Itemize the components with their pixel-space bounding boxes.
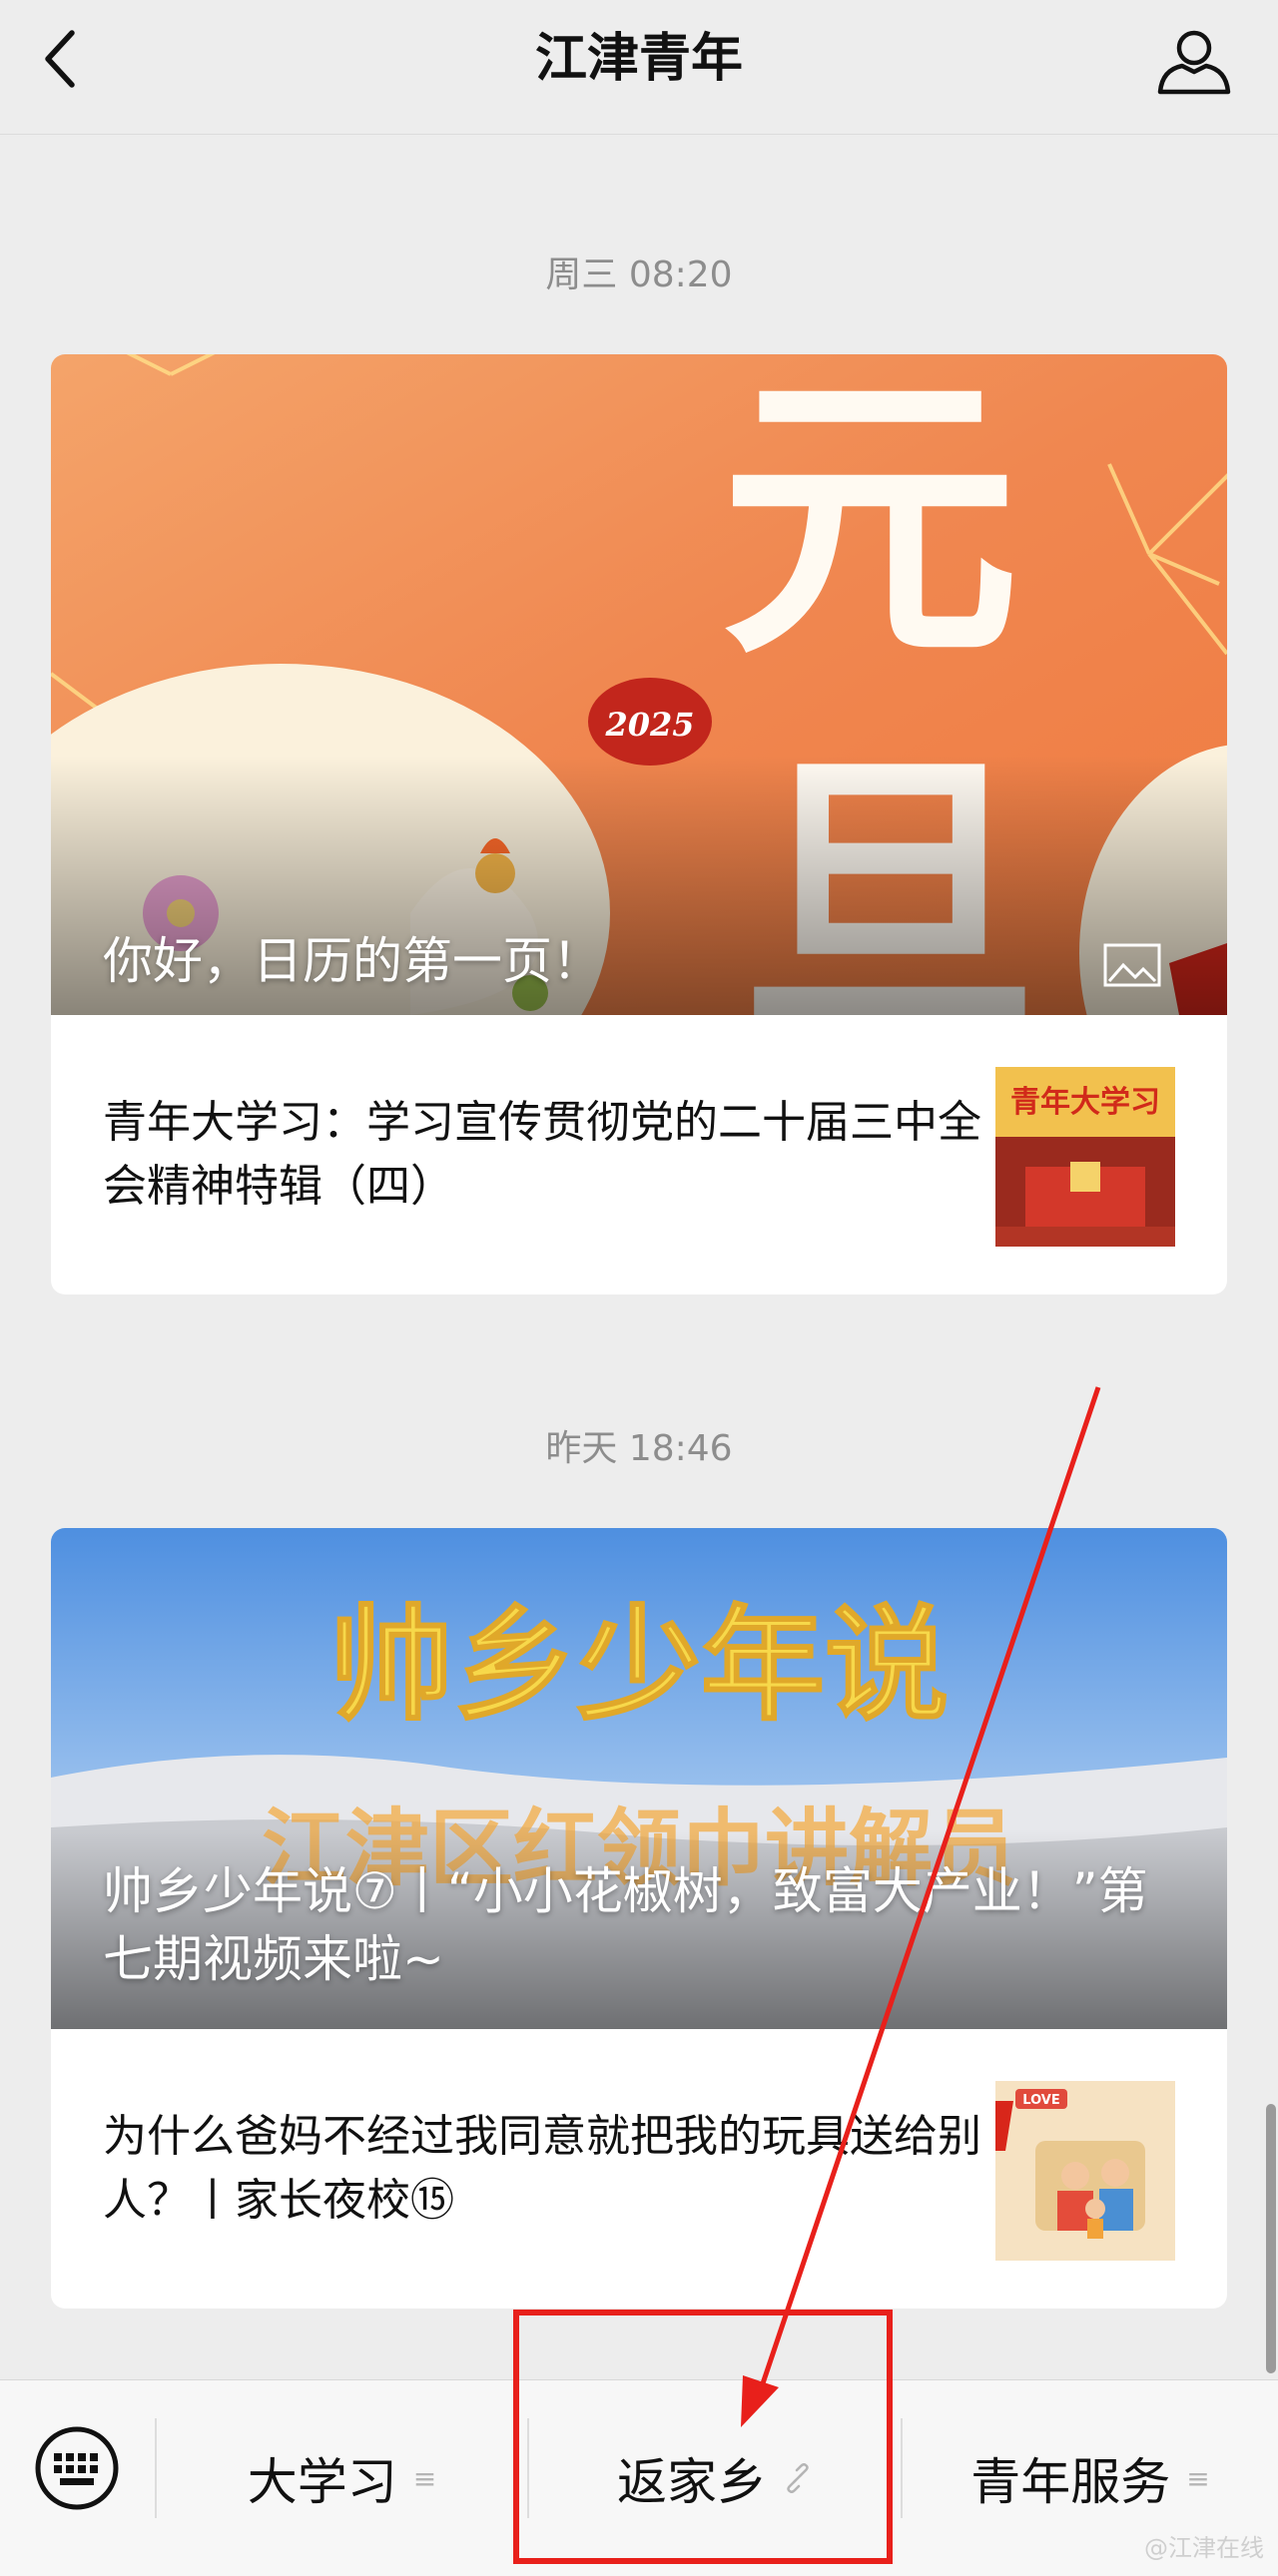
article-list-item[interactable]: 为什么爸妈不经过我同意就把我的玩具送给别人？丨家长夜校⑮ LOVE: [51, 2029, 1227, 2309]
watermark: @江津在线: [1144, 2534, 1264, 2562]
keyboard-icon: [35, 2426, 119, 2510]
hero-article[interactable]: 2025 元 旦 你好，日历的第一页！: [51, 354, 1227, 1015]
hero-art-title: 帅乡少年说: [329, 1594, 949, 1738]
image-icon: [1103, 943, 1161, 987]
menu-lines-icon: ≡: [412, 2461, 437, 2495]
article-title: 青年大学习：学习宣传贯彻党的二十届三中全会精神特辑（四）: [103, 1097, 981, 1212]
top-bar: 江津青年: [0, 0, 1278, 135]
keyboard-toggle-button[interactable]: [34, 2425, 120, 2511]
article-list-item[interactable]: 青年大学习：学习宣传贯彻党的二十届三中全会精神特辑（四） 青年大学习: [51, 1015, 1227, 1294]
thumbnail-text: LOVE: [1022, 2093, 1059, 2108]
hero-caption: 帅乡少年说⑦丨“小小花椒树，致富大产业！”第七期视频来啦~: [103, 1862, 1148, 1988]
menu-button-label: 大学习: [247, 2453, 397, 2511]
article-card: 帅乡少年说 江津区红领巾讲解员 帅乡少年说⑦丨“小小花椒树，致富大产业！”第七期…: [51, 1528, 1227, 2309]
seal-text: 2025: [604, 706, 694, 744]
annotation-highlight-box: [513, 2310, 893, 2564]
menu-lines-icon: ≡: [1186, 2461, 1210, 2495]
message-timestamp: 周三 08:20: [545, 255, 733, 295]
hero-caption: 你好，日历的第一页！: [103, 932, 602, 990]
article-title: 为什么爸妈不经过我同意就把我的玩具送给别人？丨家长夜校⑮: [103, 2111, 981, 2226]
hero-art-character-1: 元: [720, 354, 1019, 695]
page-title: 江津青年: [534, 29, 743, 89]
message-timestamp: 昨天 18:46: [545, 1428, 733, 1469]
person-icon: [1157, 30, 1231, 95]
menu-button-study[interactable]: 大学习 ≡: [157, 2380, 527, 2576]
profile-button[interactable]: [1154, 22, 1234, 102]
article-thumbnail: 青年大学习: [995, 1067, 1175, 1247]
article-card: 2025 元 旦 你好，日历的第一页！ 青年大学习：学习宣传贯彻党的二十届三中全…: [51, 354, 1227, 1294]
thumbnail-text: 青年大学习: [1010, 1085, 1160, 1120]
article-thumbnail: LOVE: [995, 2081, 1175, 2261]
hero-article[interactable]: 帅乡少年说 江津区红领巾讲解员 帅乡少年说⑦丨“小小花椒树，致富大产业！”第七期…: [51, 1528, 1227, 2029]
scrollbar[interactable]: [1266, 2104, 1276, 2373]
menu-button-label: 青年服务: [970, 2453, 1171, 2511]
